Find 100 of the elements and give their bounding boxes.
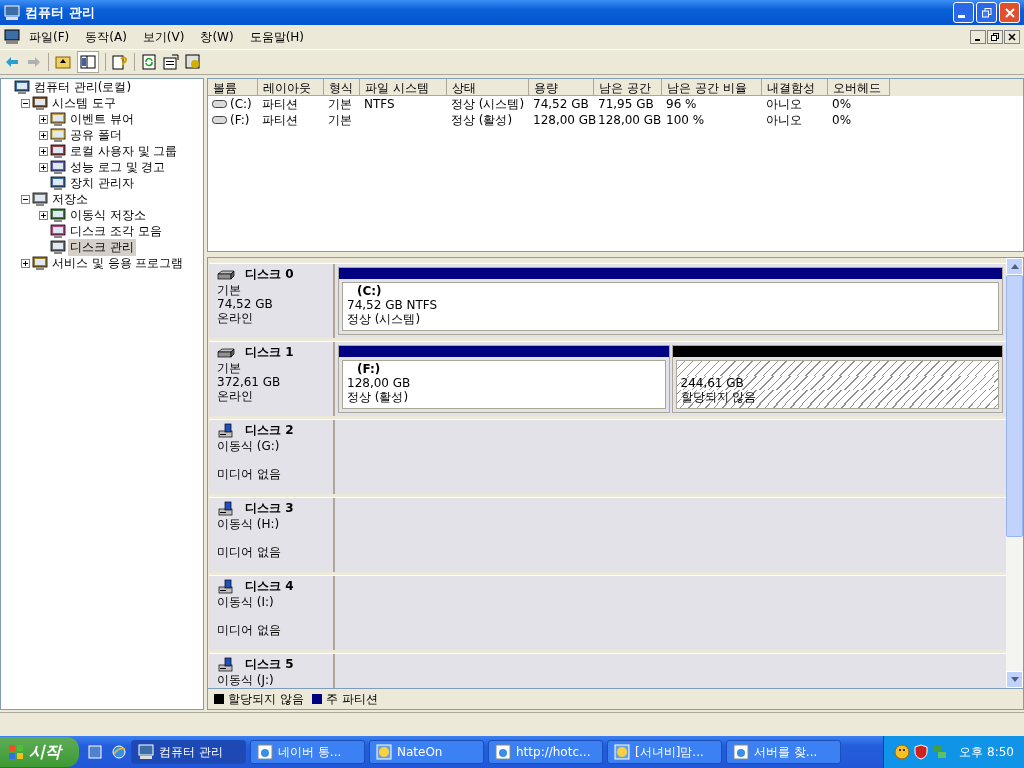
expand-icon[interactable] [39, 130, 48, 140]
table-cell: 71,95 GB [598, 97, 654, 111]
expand-icon[interactable] [39, 146, 48, 156]
scroll-down-arrow-icon[interactable] [1010, 677, 1019, 682]
shield-icon[interactable] [913, 744, 930, 760]
browser-icon[interactable] [111, 744, 127, 760]
taskbar-button[interactable]: http://hotc... [488, 740, 603, 764]
scrollbar[interactable] [1006, 258, 1023, 688]
unallocated-block[interactable]: 244,61 GB 할당되지 않음 [671, 345, 1003, 413]
expand-icon[interactable] [39, 162, 48, 172]
console-icon [50, 223, 66, 239]
tree-item[interactable]: 이동식 저장소 [68, 206, 148, 224]
taskbar-button[interactable]: NateOn [369, 740, 484, 764]
column-header[interactable]: 레이아웃 [258, 79, 324, 96]
properties-icon[interactable] [163, 54, 179, 70]
partition-block[interactable]: (F:) 128,00 GB 정상 (활성) [338, 345, 670, 413]
disk-type: 이동식 (G:) [217, 439, 281, 453]
column-header[interactable]: 상태 [447, 79, 529, 96]
column-header[interactable]: 용량 [529, 79, 594, 96]
tree-item[interactable]: 로컬 사용자 및 그룹 [68, 142, 180, 160]
disk-type: 이동식 (H:) [217, 517, 281, 531]
table-cell: 기본 [328, 95, 352, 113]
console-icon [32, 191, 48, 207]
disk-size: 372,61 GB [217, 375, 282, 389]
partition-label: (C:) [356, 284, 383, 298]
column-header[interactable]: 오버헤드 [828, 79, 890, 96]
tree-item[interactable]: 디스크 관리 [68, 238, 136, 256]
tree-item[interactable]: 이벤트 뷰어 [68, 110, 136, 128]
disk-title: 디스크 1 [245, 344, 294, 361]
table-cell: 74,52 GB [533, 97, 589, 111]
collapse-icon[interactable] [21, 98, 30, 108]
disk-status: 미디어 없음 [217, 545, 282, 559]
column-header[interactable]: 볼륨 [208, 79, 258, 96]
menu-item[interactable]: 보기(V) [135, 26, 192, 48]
windows-logo-icon [8, 744, 24, 760]
browser-icon [733, 744, 749, 760]
drive-icon [212, 100, 227, 108]
disk-status: 미디어 없음 [217, 623, 282, 637]
hard-disk-icon [217, 268, 235, 281]
tree-item[interactable]: 시스템 도구 [50, 94, 118, 112]
taskbar-button[interactable]: 컴퓨터 관리 [131, 740, 246, 764]
scrollbar-thumb[interactable] [1006, 275, 1023, 537]
minimize-button[interactable] [970, 30, 986, 44]
scroll-up-arrow-icon[interactable] [1010, 264, 1019, 269]
table-cell: 128,00 GB [533, 113, 597, 127]
disk-type: 기본 [217, 361, 242, 375]
column-header[interactable]: 남은 공간 비율 [662, 79, 762, 96]
expand-icon[interactable] [39, 210, 48, 220]
menu-item[interactable]: 도움말(H) [242, 26, 312, 48]
settings-icon[interactable] [185, 54, 201, 70]
column-header[interactable]: 파일 시스템 [360, 79, 447, 96]
table-cell: NTFS [364, 97, 395, 111]
column-header[interactable]: 형식 [324, 79, 360, 96]
taskbar-button[interactable]: [서녀비]맘... [607, 740, 722, 764]
help-icon[interactable] [112, 54, 128, 70]
taskbar-button[interactable]: 네이버 통... [250, 740, 365, 764]
table-cell: 0% [832, 113, 852, 127]
refresh-icon[interactable] [141, 54, 157, 70]
tree-item[interactable]: 장치 관리자 [68, 174, 136, 192]
window-title: 컴퓨터 관리 [25, 3, 95, 22]
tree-item[interactable]: 디스크 조각 모음 [68, 222, 164, 240]
disk-title: 디스크 3 [245, 500, 294, 517]
removable-disk-icon [217, 578, 235, 595]
menu-item[interactable]: 창(W) [193, 26, 241, 48]
computer-icon [4, 4, 20, 21]
desktop-icon[interactable] [87, 744, 103, 760]
tree-item[interactable]: 서비스 및 응용 프로그램 [50, 254, 186, 272]
removable-disk-icon [217, 500, 235, 517]
column-header[interactable]: 내결함성 [762, 79, 828, 96]
close-button[interactable] [1004, 30, 1020, 44]
table-cell: 파티션 [262, 95, 298, 113]
tree-item[interactable]: 공유 폴더 [68, 126, 124, 144]
collapse-icon[interactable] [21, 194, 30, 204]
expand-icon[interactable] [39, 114, 48, 124]
tree-item[interactable]: 저장소 [50, 190, 90, 208]
close-icon [1008, 33, 1016, 41]
clock: 오후 8:50 [959, 743, 1014, 761]
restore-button[interactable] [987, 30, 1003, 44]
partition-block[interactable]: (C:) 74,52 GB NTFS 정상 (시스템) [338, 267, 1003, 335]
disk-status: 미디어 없음 [217, 467, 282, 481]
console-icon [50, 239, 66, 255]
computer-icon [138, 744, 154, 760]
expand-icon[interactable] [21, 258, 30, 268]
column-header[interactable]: 남은 공간 [594, 79, 662, 96]
console-icon [32, 95, 48, 111]
menu-item[interactable]: 동작(A) [78, 26, 134, 48]
disk-title: 디스크 0 [245, 266, 294, 283]
disk-size: 74,52 GB [217, 297, 274, 311]
tree-item[interactable]: 컴퓨터 관리(로컬) [32, 79, 134, 96]
partition-label: (F:) [356, 362, 382, 376]
menu-item[interactable]: 파일(F) [22, 26, 77, 48]
tree-item[interactable]: 성능 로그 및 경고 [68, 158, 168, 176]
computer-icon [50, 175, 66, 191]
panel-toggle-icon[interactable] [77, 51, 99, 73]
legend-label: 주 파티션 [325, 690, 378, 708]
drive-icon [212, 116, 227, 124]
smiley-icon[interactable] [894, 744, 911, 760]
folder-up-icon[interactable] [55, 54, 71, 70]
taskbar-button[interactable]: 서버를 찾... [726, 740, 841, 764]
removable-disk-icon [217, 656, 235, 673]
